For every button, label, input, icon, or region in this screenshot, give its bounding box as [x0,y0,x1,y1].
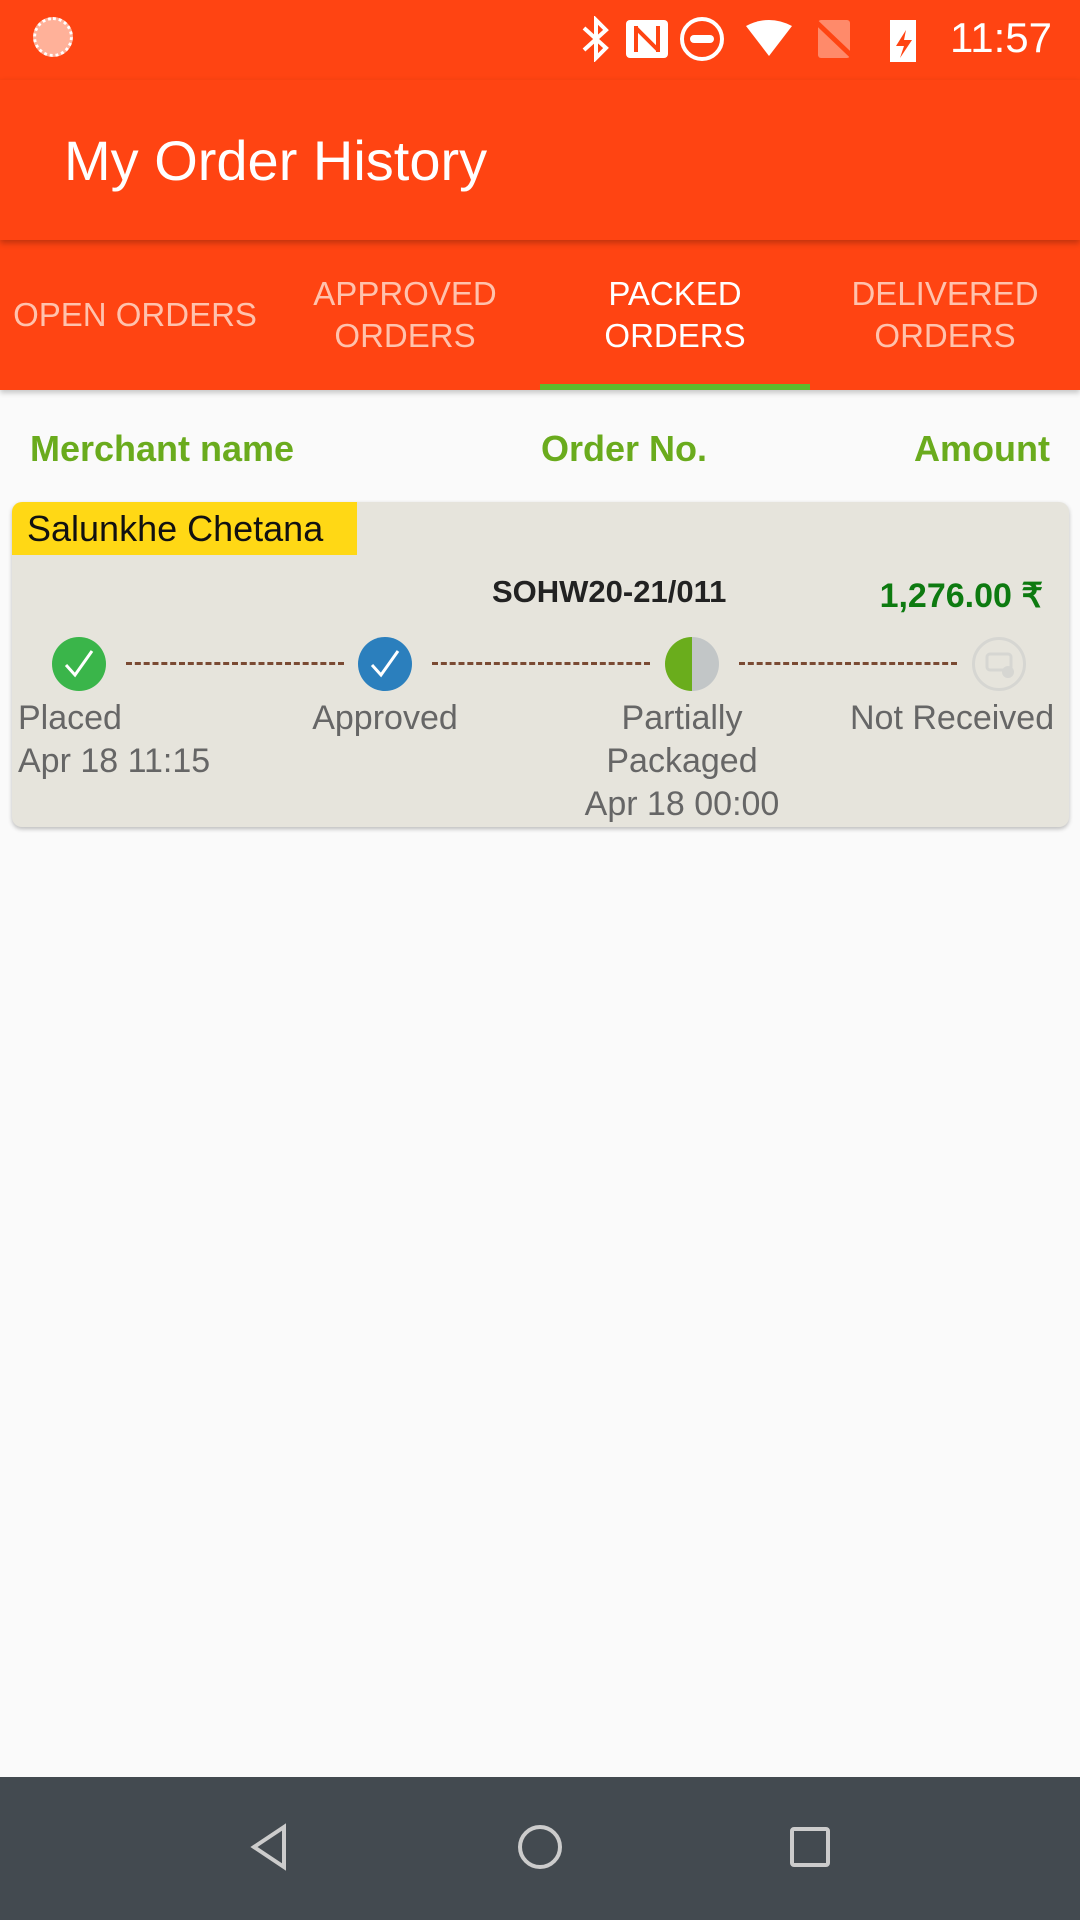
step-label: Partially [621,699,743,737]
wifi-icon [746,20,792,56]
tab-packed-orders[interactable]: PACKED ORDERS [540,240,810,390]
app-bar: My Order History [0,80,1080,240]
header-merchant-name: Merchant name [30,428,295,469]
merchant-name: Salunkhe Chetana [12,502,357,555]
app-notification-icon [33,17,73,57]
clock: 11:57 [950,14,1052,61]
tab-approved-orders[interactable]: APPROVED ORDERS [270,240,540,390]
progress-dash [126,662,344,665]
tab-open-orders[interactable]: OPEN ORDERS [0,240,270,390]
step-label: Placed [18,699,122,737]
page-title: My Order History [64,129,488,192]
navigation-bar [0,1777,1080,1920]
progress-dash [432,662,650,665]
back-icon[interactable] [240,1817,300,1877]
step-date: Apr 18 11:15 [18,742,211,780]
recents-icon[interactable] [780,1817,840,1877]
order-amount: 1,276.00 ₹ [879,577,1043,615]
delivery-truck-icon [972,637,1026,691]
home-icon[interactable] [510,1817,570,1877]
step-label: Not Received [850,699,1055,737]
step-date: Apr 18 00:00 [584,785,780,823]
header-amount: Amount [914,428,1050,469]
step-label: Packaged [606,742,758,780]
status-bar: 11:57 [0,0,1080,80]
tab-delivered-orders[interactable]: DELIVERED ORDERS [810,240,1080,390]
order-card[interactable]: Salunkhe Chetana SOHW20-21/011 1,276.00 … [12,502,1069,827]
bluetooth-icon [582,16,609,62]
tab-indicator [540,384,810,390]
check-icon [52,637,106,691]
progress-dash [739,662,957,665]
tab-bar: OPEN ORDERS APPROVED ORDERS PACKED ORDER… [0,240,1080,390]
header-order-no: Order No. [541,428,708,469]
order-number: SOHW20-21/011 [492,574,727,609]
step-label: Approved [312,699,458,737]
partial-progress-icon [665,637,719,691]
check-icon [358,637,412,691]
